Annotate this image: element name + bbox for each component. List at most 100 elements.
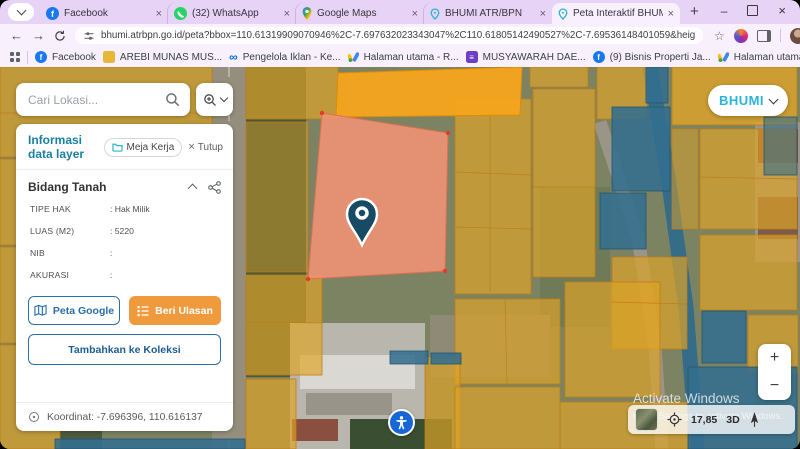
chevron-down-icon — [219, 94, 227, 102]
bookmark-halaman-utama-1[interactable]: Halaman utama - R... — [348, 52, 459, 63]
extension-colorful-icon[interactable] — [734, 29, 748, 43]
tutup-label: Tutup — [198, 142, 223, 153]
field-value: : — [110, 248, 112, 258]
tab-facebook[interactable]: f Facebook × — [40, 3, 168, 24]
tab-label: Google Maps — [317, 8, 407, 19]
accessibility-button[interactable] — [388, 409, 415, 436]
tab-label: Peta Interaktif BHUMI ATR/B — [573, 8, 663, 19]
new-tab-button[interactable]: + — [690, 3, 699, 20]
bookmark-star-icon[interactable]: ☆ — [714, 29, 725, 43]
peta-google-button[interactable]: Peta Google — [28, 296, 120, 325]
tab-close-icon[interactable]: × — [156, 8, 162, 20]
bookmark-label: AREBI MUNAS MUS... — [120, 52, 222, 63]
tab-bhumi[interactable]: BHUMI ATR/BPN × — [424, 3, 552, 24]
back-button[interactable]: ← — [10, 29, 23, 42]
bookmark-halaman-utama-2[interactable]: Halaman utama - R... — [718, 52, 800, 63]
tab-whatsapp[interactable]: (32) WhatsApp × — [168, 3, 296, 24]
chevron-down-icon — [16, 6, 26, 16]
field-row: NIB: — [30, 248, 219, 258]
tab-close-icon[interactable]: × — [668, 8, 674, 20]
side-panel-icon[interactable] — [757, 30, 771, 42]
bookmarks-bar: f Facebook AREBI MUNAS MUS... ∞ Pengelol… — [0, 47, 800, 67]
tab-label: Facebook — [64, 8, 151, 19]
tab-google-maps[interactable]: Google Maps × — [296, 3, 424, 24]
selected-parcel[interactable] — [306, 111, 450, 281]
target-icon — [28, 411, 40, 423]
advanced-search-button[interactable] — [196, 83, 233, 116]
close-panel-button[interactable]: × Tutup — [188, 141, 223, 153]
close-icon: × — [188, 141, 194, 153]
field-label: TIPE HAK — [30, 204, 110, 214]
bookmark-musyawarah[interactable]: ≡ MUSYAWARAH DAE... — [466, 51, 586, 63]
gps-crosshair-icon[interactable] — [667, 412, 682, 427]
share-icon[interactable] — [208, 181, 221, 194]
search-input[interactable] — [26, 92, 165, 108]
tab-peta-interaktif-active[interactable]: Peta Interaktif BHUMI ATR/B × — [552, 3, 680, 24]
tab-close-icon[interactable]: × — [284, 8, 290, 20]
field-value: : 5220 — [110, 226, 134, 236]
browser-window: f Facebook × (32) WhatsApp × Google Maps… — [0, 0, 800, 449]
forward-button[interactable]: → — [32, 29, 45, 42]
apps-grid-icon[interactable] — [10, 52, 20, 63]
bookmark-pengelola-iklan[interactable]: ∞ Pengelola Iklan - Ke... — [229, 51, 340, 63]
tab-search-button[interactable] — [8, 3, 34, 21]
tab-label: BHUMI ATR/BPN — [445, 8, 535, 19]
peta-google-label: Peta Google — [53, 305, 114, 317]
meta-icon: ∞ — [229, 51, 238, 63]
bhumi-pin-icon — [558, 8, 568, 20]
compass-north-icon[interactable] — [749, 412, 760, 427]
bhumi-logo-text: BHUMI — [719, 93, 764, 108]
facebook-icon: f — [46, 7, 59, 20]
basemap-thumbnail[interactable] — [635, 408, 658, 431]
tab-close-icon[interactable]: × — [412, 8, 418, 20]
field-value: : Hak Milik — [110, 204, 150, 214]
maximize-button[interactable] — [747, 5, 758, 16]
bhumi-logo-button[interactable]: BHUMI — [708, 85, 788, 116]
musyawarah-icon: ≡ — [466, 51, 478, 63]
coordinate-text: Koordinat: -7.696396, 110.616137 — [47, 412, 203, 423]
mode-3d-button[interactable]: 3D — [726, 414, 739, 426]
profile-avatar[interactable] — [790, 28, 800, 44]
google-maps-pin-icon — [302, 7, 312, 20]
window-controls: – × — [721, 3, 800, 24]
field-label: NIB — [30, 248, 110, 258]
panel-header: Informasi data layer Meja Kerja × Tutup — [16, 124, 233, 170]
url-text[interactable]: bhumi.atrbpn.go.id/peta?bbox=110.6131990… — [101, 30, 695, 41]
zoom-out-button[interactable]: − — [770, 378, 779, 394]
zoom-in-button[interactable]: + — [770, 350, 779, 366]
beri-ulasan-button[interactable]: Beri Ulasan — [129, 296, 221, 325]
whatsapp-icon — [174, 7, 187, 20]
collapse-chevron-icon[interactable] — [188, 184, 198, 194]
meja-kerja-button[interactable]: Meja Kerja — [104, 138, 183, 157]
field-row: TIPE HAK: Hak Milik — [30, 204, 219, 214]
facebook-icon: f — [35, 51, 47, 63]
search-icon[interactable] — [165, 92, 180, 107]
facebook-icon: f — [593, 51, 605, 63]
address-bar[interactable]: bhumi.atrbpn.go.id/peta?bbox=110.6131990… — [75, 27, 703, 44]
bookmark-label: Facebook — [52, 52, 96, 63]
browser-toolbar: ← → bhumi.atrbpn.go.id/peta?bbox=110.613… — [0, 24, 800, 47]
bookmark-label: Halaman utama - R... — [364, 52, 459, 63]
google-ads-icon — [718, 52, 729, 62]
divider — [780, 29, 781, 42]
close-window-button[interactable]: × — [778, 3, 786, 18]
field-label: LUAS (M2) — [30, 226, 110, 236]
map-zoom-control: + − — [758, 344, 791, 400]
highlight-parcel-orange — [336, 67, 522, 117]
bookmark-facebook[interactable]: f Facebook — [35, 51, 96, 63]
parcel-section-header: Bidang Tanah — [16, 170, 233, 202]
workspace-folder-icon — [112, 142, 123, 152]
review-list-icon — [137, 305, 149, 317]
site-info-icon[interactable] — [83, 30, 95, 42]
tambahkan-koleksi-button[interactable]: Tambahkan ke Koleksi — [28, 334, 221, 365]
location-search-box[interactable] — [16, 83, 190, 116]
field-row: AKURASI: — [30, 270, 219, 280]
arebi-icon — [103, 51, 115, 63]
accessibility-person-icon — [394, 415, 409, 430]
bookmark-bisnis-properti[interactable]: f (9) Bisnis Properti Ja... — [593, 51, 711, 63]
magnifier-plus-icon — [203, 93, 217, 107]
reload-button[interactable] — [54, 30, 66, 42]
tab-close-icon[interactable]: × — [540, 8, 546, 20]
minimize-button[interactable]: – — [721, 4, 728, 18]
bookmark-arebi[interactable]: AREBI MUNAS MUS... — [103, 51, 222, 63]
